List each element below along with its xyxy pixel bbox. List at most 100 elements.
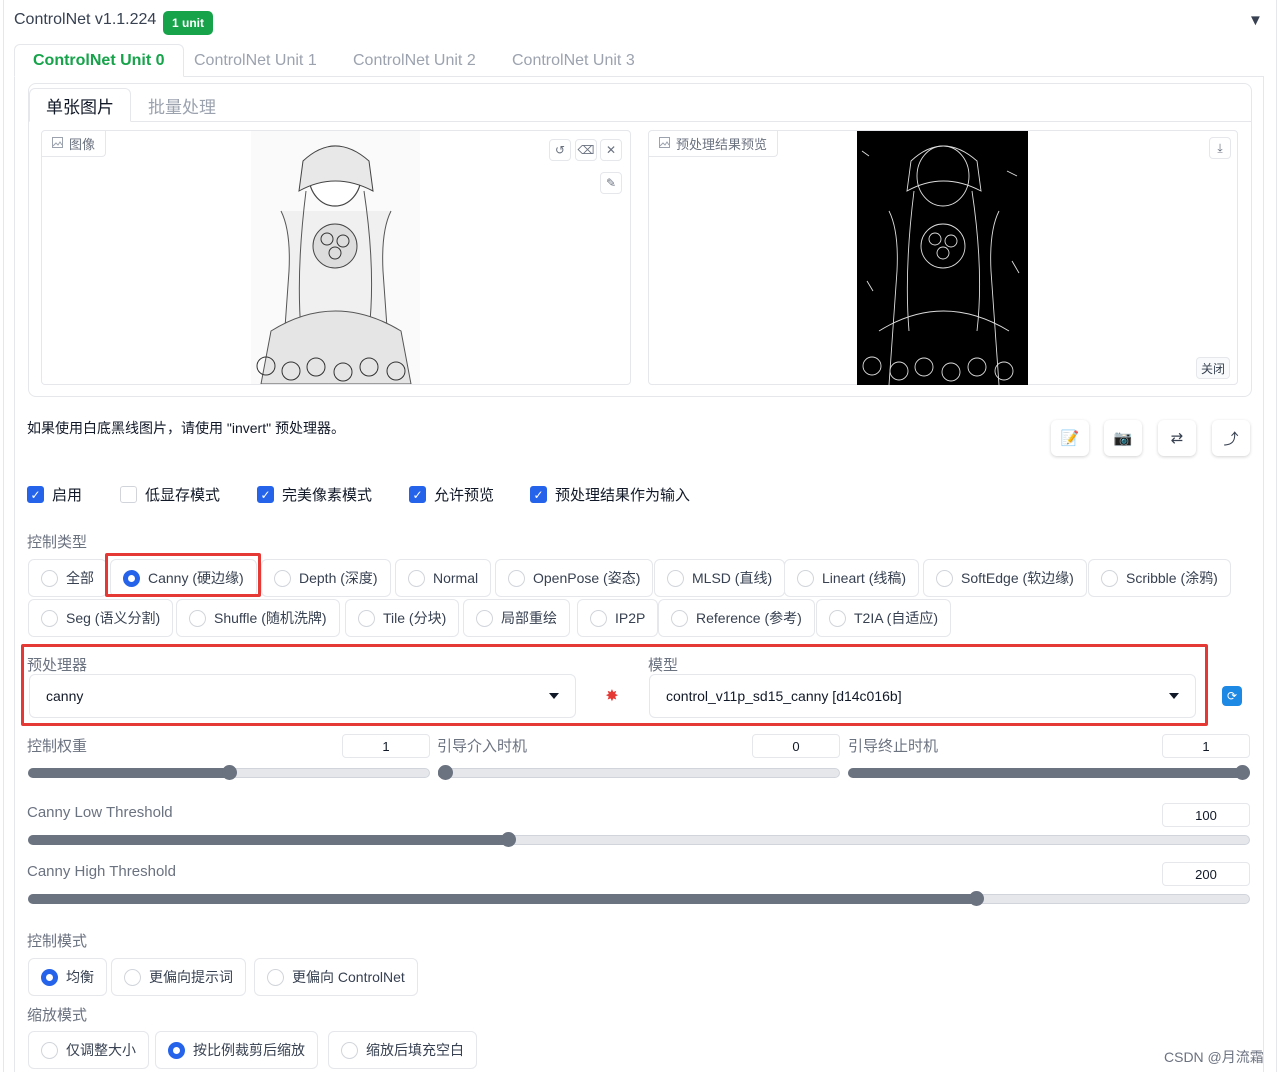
brush-icon[interactable]: ✎ bbox=[600, 172, 622, 194]
subtab-single-image[interactable]: 单张图片 bbox=[29, 88, 131, 122]
slider-thumb[interactable] bbox=[222, 765, 237, 780]
subtab-batch[interactable]: 批量处理 bbox=[132, 88, 232, 122]
radio-dot[interactable] bbox=[124, 968, 141, 986]
control-type-seg[interactable]: Seg (语义分割) bbox=[28, 599, 174, 637]
checkbox-box[interactable] bbox=[120, 486, 137, 503]
swap-icon[interactable]: ⇄ bbox=[1158, 420, 1196, 456]
control-mode-balanced[interactable]: 均衡 bbox=[28, 958, 107, 996]
control-type-openpose[interactable]: OpenPose (姿态) bbox=[495, 559, 654, 597]
model-dropdown[interactable]: control_v11p_sd15_canny [d14c016b] bbox=[649, 674, 1196, 718]
close-icon[interactable]: ✕ bbox=[600, 139, 622, 161]
radio-dot[interactable] bbox=[508, 569, 525, 587]
end-input[interactable]: 1 bbox=[1162, 734, 1250, 758]
slider-fill bbox=[848, 768, 1243, 778]
resize-mode-fill[interactable]: 缩放后填充空白 bbox=[328, 1031, 477, 1069]
low-threshold-slider[interactable] bbox=[28, 832, 1250, 848]
control-type-lineart[interactable]: Lineart (线稿) bbox=[784, 559, 920, 597]
radio-dot[interactable] bbox=[590, 609, 607, 627]
preprocessor-dropdown[interactable]: canny bbox=[29, 674, 576, 718]
control-type-tile[interactable]: Tile (分块) bbox=[345, 599, 460, 637]
control-type-all[interactable]: 全部 bbox=[28, 559, 107, 597]
radio-dot[interactable] bbox=[168, 1041, 185, 1059]
checkbox-box[interactable]: ✓ bbox=[257, 486, 274, 503]
radio-dot[interactable] bbox=[671, 609, 688, 627]
slider-thumb[interactable] bbox=[1235, 765, 1250, 780]
control-type-inpaint[interactable]: 局部重绘 bbox=[463, 599, 570, 637]
control-type-shuffle[interactable]: Shuffle (随机洗牌) bbox=[176, 599, 340, 637]
start-input[interactable]: 0 bbox=[752, 734, 840, 758]
control-type-t2ia[interactable]: T2IA (自适应) bbox=[816, 599, 952, 637]
radio-dot[interactable] bbox=[41, 569, 58, 587]
high-threshold-input[interactable]: 200 bbox=[1162, 862, 1250, 886]
control-mode-prompt[interactable]: 更偏向提示词 bbox=[111, 958, 246, 996]
refresh-icon[interactable]: ⟳ bbox=[1222, 686, 1242, 706]
slider-thumb[interactable] bbox=[501, 832, 516, 847]
checkbox-label: 启用 bbox=[52, 487, 83, 504]
tab-unit-0[interactable]: ControlNet Unit 0 bbox=[14, 44, 184, 77]
collapse-icon[interactable]: ▼ bbox=[1248, 12, 1263, 29]
checkbox-box[interactable]: ✓ bbox=[27, 486, 44, 503]
high-threshold-slider[interactable] bbox=[28, 891, 1250, 907]
eraser-icon[interactable]: ⌫ bbox=[575, 139, 597, 161]
canny-preview-image bbox=[857, 131, 1028, 385]
radio-label: Tile (分块) bbox=[383, 610, 447, 626]
low-threshold-input[interactable]: 100 bbox=[1162, 803, 1250, 827]
radio-dot[interactable] bbox=[41, 1041, 58, 1059]
camera-icon[interactable]: 📷 bbox=[1104, 420, 1142, 456]
lowvram-checkbox[interactable]: 低显存模式 bbox=[120, 484, 220, 505]
radio-dot[interactable] bbox=[797, 569, 814, 587]
resize-mode-just-resize[interactable]: 仅调整大小 bbox=[28, 1031, 149, 1069]
preprocessed-input-checkbox[interactable]: ✓ 预处理结果作为输入 bbox=[530, 484, 690, 505]
radio-dot[interactable] bbox=[341, 1041, 358, 1059]
radio-dot[interactable] bbox=[189, 609, 206, 627]
radio-dot[interactable] bbox=[1101, 569, 1118, 587]
weight-slider[interactable] bbox=[28, 765, 430, 781]
radio-label: 均衡 bbox=[66, 969, 94, 985]
pixel-perfect-checkbox[interactable]: ✓ 完美像素模式 bbox=[257, 484, 372, 505]
resize-mode-crop[interactable]: 按比例裁剪后缩放 bbox=[155, 1031, 318, 1069]
radio-label: 局部重绘 bbox=[501, 610, 557, 626]
download-icon[interactable]: ⤓ bbox=[1209, 137, 1231, 159]
tab-unit-2[interactable]: ControlNet Unit 2 bbox=[335, 44, 494, 77]
run-preprocessor-icon[interactable]: ✸ bbox=[596, 682, 628, 710]
radio-dot[interactable] bbox=[274, 569, 291, 587]
checkbox-box[interactable]: ✓ bbox=[530, 486, 547, 503]
radio-dot[interactable] bbox=[829, 609, 846, 627]
tab-unit-3[interactable]: ControlNet Unit 3 bbox=[494, 44, 653, 77]
radio-label: 缩放后填充空白 bbox=[366, 1042, 464, 1058]
checkbox-box[interactable]: ✓ bbox=[409, 486, 426, 503]
control-type-normal[interactable]: Normal bbox=[395, 559, 492, 597]
control-type-reference[interactable]: Reference (参考) bbox=[658, 599, 815, 637]
slider-track[interactable] bbox=[438, 768, 840, 778]
slider-thumb[interactable] bbox=[438, 765, 453, 780]
control-type-scribble[interactable]: Scribble (涂鸦) bbox=[1088, 559, 1231, 597]
control-mode-controlnet[interactable]: 更偏向 ControlNet bbox=[254, 958, 418, 996]
tab-unit-1[interactable]: ControlNet Unit 1 bbox=[176, 44, 335, 77]
rotate-icon[interactable]: ↺ bbox=[549, 139, 571, 161]
arrow-icon[interactable]: ⤴ bbox=[1212, 420, 1250, 456]
image-icon bbox=[52, 136, 63, 151]
slider-thumb[interactable] bbox=[969, 891, 984, 906]
slider-fill bbox=[28, 835, 509, 845]
radio-label: Scribble (涂鸦) bbox=[1126, 570, 1218, 586]
accordion-title[interactable]: ControlNet v1.1.224 bbox=[14, 11, 156, 29]
end-slider[interactable] bbox=[848, 765, 1250, 781]
radio-dot[interactable] bbox=[408, 569, 425, 587]
radio-dot[interactable] bbox=[667, 569, 684, 587]
control-type-depth[interactable]: Depth (深度) bbox=[261, 559, 391, 597]
allow-preview-checkbox[interactable]: ✓ 允许预览 bbox=[409, 484, 494, 505]
edit-icon[interactable]: 📝 bbox=[1051, 420, 1089, 456]
radio-dot[interactable] bbox=[41, 609, 58, 627]
radio-dot[interactable] bbox=[476, 609, 493, 627]
radio-dot[interactable] bbox=[41, 968, 58, 986]
radio-dot[interactable] bbox=[267, 968, 284, 986]
radio-dot[interactable] bbox=[936, 569, 953, 587]
radio-dot[interactable] bbox=[358, 609, 375, 627]
enable-checkbox[interactable]: ✓ 启用 bbox=[27, 484, 82, 505]
control-type-softedge[interactable]: SoftEdge (软边缘) bbox=[923, 559, 1087, 597]
start-slider[interactable] bbox=[438, 765, 840, 781]
control-type-mlsd[interactable]: MLSD (直线) bbox=[654, 559, 786, 597]
close-preview-button[interactable]: 关闭 bbox=[1196, 357, 1230, 379]
weight-input[interactable]: 1 bbox=[342, 734, 430, 758]
control-type-ip2p[interactable]: IP2P bbox=[577, 599, 659, 637]
